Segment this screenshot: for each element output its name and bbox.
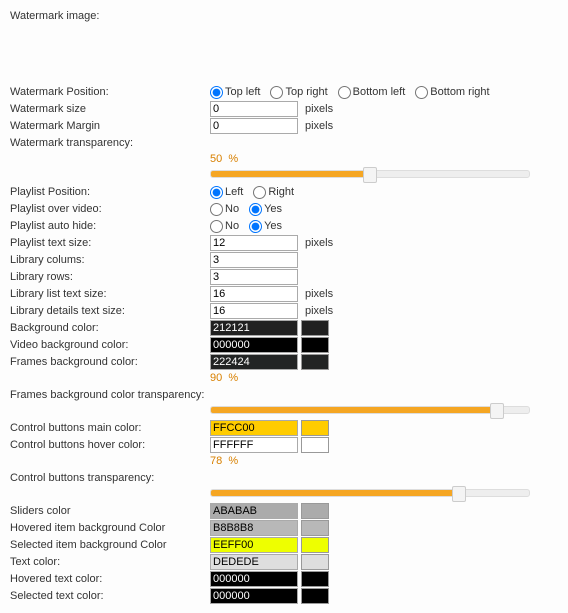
playlist-over-no[interactable]: No [210,203,239,216]
pixels-unit: pixels [305,305,333,317]
watermark-margin-label: Watermark Margin [10,119,210,133]
text-color-swatch[interactable] [301,554,329,570]
hovered-text-color-swatch[interactable] [301,571,329,587]
playlist-pos-right[interactable]: Right [253,186,294,199]
playlist-over-yes[interactable]: Yes [249,203,282,216]
watermark-pos-top-right[interactable]: Top right [270,86,327,99]
video-bg-color-swatch[interactable] [301,337,329,353]
frames-bg-color-label: Frames background color: [10,355,210,369]
playlist-pos-left[interactable]: Left [210,186,243,199]
pixels-unit: pixels [305,237,333,249]
watermark-position-label: Watermark Position: [10,85,210,99]
watermark-transparency-slider[interactable] [210,168,530,184]
text-color-label: Text color: [10,555,210,569]
radio-top-left[interactable] [210,86,223,99]
playlist-over-video-label: Playlist over video: [10,202,210,216]
ctrl-hover-color-input[interactable] [210,437,298,453]
ctrl-transparency-label: Control buttons transparency: [10,471,210,485]
watermark-image-label: Watermark image: [10,9,210,23]
watermark-margin-input[interactable] [210,118,298,134]
watermark-transparency-value: 50 % [210,152,558,168]
hovered-item-bg-input[interactable] [210,520,298,536]
playlist-text-size-label: Playlist text size: [10,236,210,250]
ctrl-main-color-swatch[interactable] [301,420,329,436]
ctrl-transparency-value: 78 % [210,454,558,470]
radio-bottom-left[interactable] [338,86,351,99]
video-bg-color-input[interactable] [210,337,298,353]
pixels-unit: pixels [305,288,333,300]
library-list-text-size-input[interactable] [210,286,298,302]
radio-bottom-right[interactable] [415,86,428,99]
watermark-pos-bottom-right[interactable]: Bottom right [415,86,489,99]
ctrl-transparency-slider[interactable] [210,487,530,503]
library-list-text-size-label: Library list text size: [10,287,210,301]
playlist-position-label: Playlist Position: [10,185,210,199]
ctrl-main-color-label: Control buttons main color: [10,421,210,435]
playlist-auto-yes[interactable]: Yes [249,220,282,233]
watermark-transparency-label: Watermark transparency: [10,136,210,150]
library-columns-input[interactable] [210,252,298,268]
library-details-text-size-label: Library details text size: [10,304,210,318]
watermark-size-label: Watermark size [10,102,210,116]
pixels-unit: pixels [305,120,333,132]
video-bg-color-label: Video background color: [10,338,210,352]
hovered-item-bg-swatch[interactable] [301,520,329,536]
pixels-unit: pixels [305,103,333,115]
ctrl-hover-color-label: Control buttons hover color: [10,438,210,452]
watermark-pos-bottom-left[interactable]: Bottom left [338,86,406,99]
frames-bg-transparency-label: Frames background color transparency: [10,388,210,402]
selected-item-bg-label: Selected item background Color [10,538,210,552]
selected-item-bg-swatch[interactable] [301,537,329,553]
slider-handle[interactable] [363,167,377,183]
selected-text-color-swatch[interactable] [301,588,329,604]
text-color-input[interactable] [210,554,298,570]
selected-text-color-input[interactable] [210,588,298,604]
watermark-size-input[interactable] [210,101,298,117]
sliders-color-label: Sliders color [10,504,210,518]
frames-bg-transparency-value: 90 % [210,371,558,387]
library-details-text-size-input[interactable] [210,303,298,319]
background-color-input[interactable] [210,320,298,336]
background-color-swatch[interactable] [301,320,329,336]
ctrl-main-color-input[interactable] [210,420,298,436]
library-columns-label: Library colums: [10,253,210,267]
hovered-text-color-label: Hovered text color: [10,572,210,586]
frames-bg-transparency-slider[interactable] [210,404,530,420]
frames-bg-color-input[interactable] [210,354,298,370]
watermark-position-group: Top left Top right Bottom left Bottom ri… [210,86,498,99]
playlist-auto-hide-label: Playlist auto hide: [10,219,210,233]
playlist-auto-no[interactable]: No [210,220,239,233]
hovered-item-bg-label: Hovered item background Color [10,521,210,535]
slider-handle[interactable] [490,403,504,419]
playlist-text-size-input[interactable] [210,235,298,251]
selected-text-color-label: Selected text color: [10,589,210,603]
ctrl-hover-color-swatch[interactable] [301,437,329,453]
sliders-color-input[interactable] [210,503,298,519]
frames-bg-color-swatch[interactable] [301,354,329,370]
library-rows-input[interactable] [210,269,298,285]
watermark-pos-top-left[interactable]: Top left [210,86,260,99]
library-rows-label: Library rows: [10,270,210,284]
radio-top-right[interactable] [270,86,283,99]
background-color-label: Background color: [10,321,210,335]
sliders-color-swatch[interactable] [301,503,329,519]
selected-item-bg-input[interactable] [210,537,298,553]
hovered-text-color-input[interactable] [210,571,298,587]
